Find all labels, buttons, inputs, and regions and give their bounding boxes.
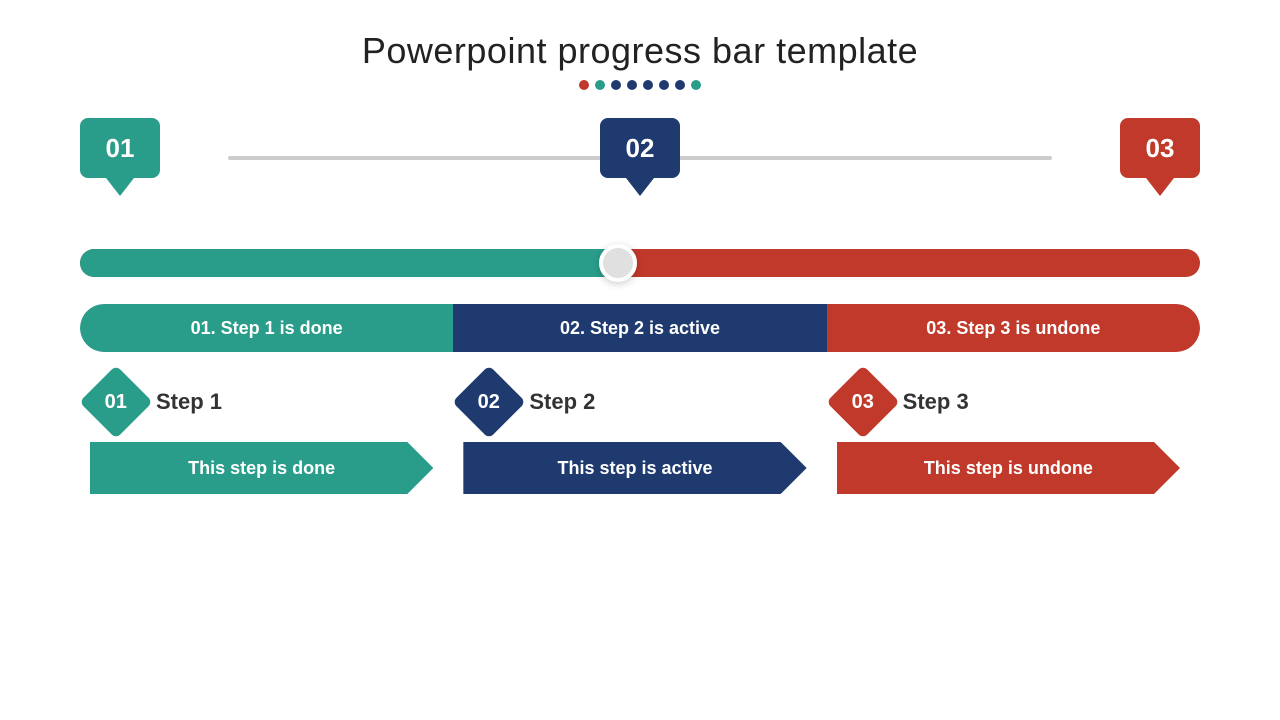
- step-bottom-1: 01 Step 1 This step is done: [80, 376, 453, 494]
- arrow-container-1: This step is done: [90, 442, 443, 494]
- arrow-container-3: This step is undone: [837, 442, 1190, 494]
- step-label-2: 02. Step 2 is active: [453, 304, 826, 352]
- dot-8: [691, 80, 701, 90]
- step-header-2: 02 Step 2: [463, 376, 595, 428]
- dot-6: [659, 80, 669, 90]
- diamond-number-1: 01: [105, 391, 127, 414]
- step-header-1: 01 Step 1: [90, 376, 222, 428]
- arrow-2: This step is active: [463, 442, 806, 494]
- progress-fill: [80, 249, 618, 277]
- marker-box-1: 01: [80, 118, 160, 178]
- step-header-3: 03 Step 3: [837, 376, 969, 428]
- dot-2: [595, 80, 605, 90]
- step-label-3: 03. Step 3 is undone: [827, 304, 1200, 352]
- marker-number-2: 02: [626, 133, 655, 164]
- dot-4: [627, 80, 637, 90]
- dot-3: [611, 80, 621, 90]
- arrow-container-2: This step is active: [463, 442, 816, 494]
- diamond-number-3: 03: [852, 391, 874, 414]
- marker-pointer-2: [626, 178, 654, 196]
- step-bottom-3: 03 Step 3 This step is undone: [827, 376, 1200, 494]
- arrow-3: This step is undone: [837, 442, 1180, 494]
- marker-pointer-1: [106, 178, 134, 196]
- marker-number-3: 03: [1146, 133, 1175, 164]
- steps-bottom: 01 Step 1 This step is done 02 Step 2 Th…: [80, 376, 1200, 494]
- progress-thumb: [599, 244, 637, 282]
- diamond-3: 03: [826, 365, 900, 439]
- marker-box-2: 02: [600, 118, 680, 178]
- step-marker-3: 03: [1120, 118, 1200, 196]
- marker-box-3: 03: [1120, 118, 1200, 178]
- step-title-2: Step 2: [529, 389, 595, 415]
- marker-pointer-3: [1146, 178, 1174, 196]
- arrow-1: This step is done: [90, 442, 433, 494]
- step-marker-1: 01: [80, 118, 160, 196]
- dot-7: [675, 80, 685, 90]
- step-marker-2: 02: [600, 118, 680, 196]
- decoration-dots: [579, 80, 701, 90]
- step-markers-section: 01 02 03: [80, 118, 1200, 228]
- progress-track: [80, 249, 1200, 277]
- step-label-1: 01. Step 1 is done: [80, 304, 453, 352]
- step-bottom-2: 02 Step 2 This step is active: [453, 376, 826, 494]
- diamond-1: 01: [79, 365, 153, 439]
- marker-number-1: 01: [106, 133, 135, 164]
- progress-section: [80, 238, 1200, 288]
- dot-1: [579, 80, 589, 90]
- step-markers: 01 02 03: [80, 118, 1200, 196]
- step-labels-section: 01. Step 1 is done 02. Step 2 is active …: [80, 304, 1200, 352]
- step-title-3: Step 3: [903, 389, 969, 415]
- diamond-number-2: 02: [478, 391, 500, 414]
- page-title: Powerpoint progress bar template: [362, 30, 918, 72]
- step-title-1: Step 1: [156, 389, 222, 415]
- diamond-2: 02: [453, 365, 527, 439]
- dot-5: [643, 80, 653, 90]
